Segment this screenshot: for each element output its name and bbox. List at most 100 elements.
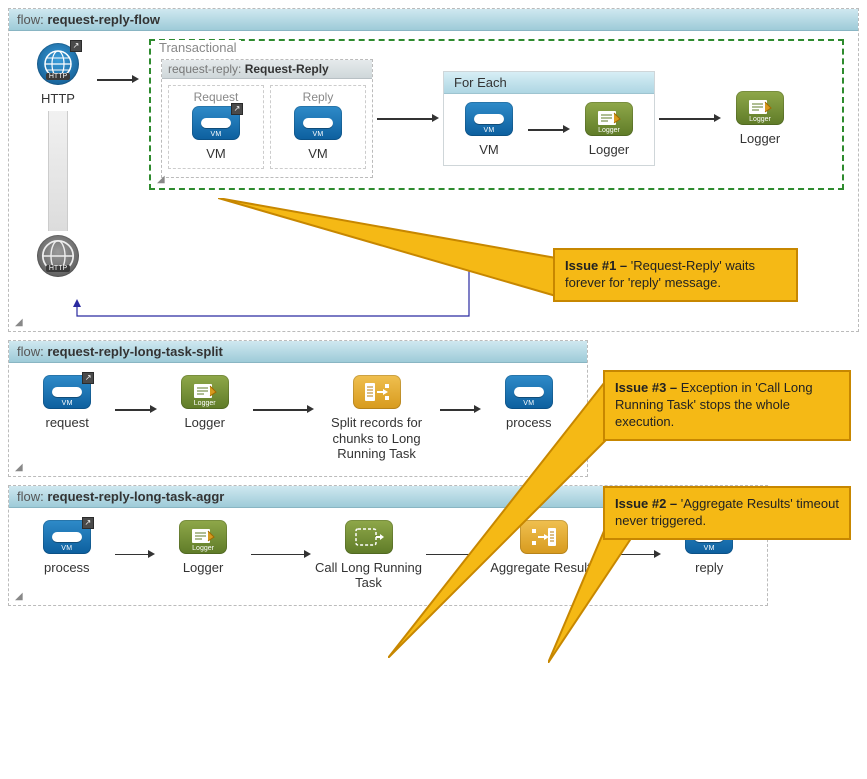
- vm-icon: VM: [465, 102, 513, 136]
- issue-prefix: Issue #3 –: [615, 380, 681, 395]
- arrow-icon: [436, 389, 485, 429]
- flow-header: flow: request-reply-long-task-split: [9, 341, 587, 363]
- vm-icon: VM: [43, 520, 91, 554]
- transactional-scope[interactable]: Transactional request-reply: Request-Rep…: [149, 39, 844, 190]
- arrow-icon: [373, 98, 443, 138]
- foreach-title: For Each: [444, 72, 654, 94]
- reply-column: Reply VM VM: [270, 85, 366, 169]
- issue-prefix: Issue #2 –: [615, 496, 681, 511]
- flow-prefix: flow:: [17, 344, 47, 359]
- outbound-badge-icon: [231, 103, 243, 115]
- rr-name: Request-Reply: [245, 62, 329, 76]
- flow-name: request-reply-long-task-split: [47, 344, 223, 359]
- issue-prefix: Issue #1 –: [565, 258, 631, 273]
- request-sublabel: Request: [194, 90, 239, 104]
- node-label: Split records for chunks to Long Running…: [322, 415, 432, 462]
- node-label: Call Long Running Task: [315, 560, 422, 591]
- http-in-icon[interactable]: HTTP: [37, 43, 79, 85]
- vm-label: VM: [206, 146, 226, 162]
- vm-tag: VM: [704, 545, 715, 552]
- vm-icon: VM: [43, 375, 91, 409]
- splitter-icon: [353, 375, 401, 409]
- node-label: Logger: [183, 560, 223, 576]
- request-vm-node[interactable]: VM request: [23, 375, 111, 431]
- node-label: process: [506, 415, 552, 431]
- inbound-badge-icon: [70, 40, 82, 52]
- request-reply-header: request-reply: Request-Reply: [162, 60, 372, 79]
- inbound-badge-icon: [82, 517, 94, 529]
- arrow-icon: [524, 109, 574, 149]
- foreach-vm-node[interactable]: VM VM: [454, 102, 524, 158]
- arrow-icon: [655, 98, 725, 138]
- flow-ref-icon: [345, 520, 393, 554]
- node-label: Aggregate Results: [490, 560, 597, 576]
- call-long-task-node[interactable]: Call Long Running Task: [315, 520, 422, 591]
- vm-tag: VM: [312, 131, 323, 138]
- foreach-scope[interactable]: For Each VM VM: [443, 71, 655, 167]
- expand-icon[interactable]: ◢: [15, 317, 23, 328]
- flow-prefix: flow:: [17, 12, 47, 27]
- node-label: process: [44, 560, 90, 576]
- expand-icon[interactable]: ◢: [157, 174, 165, 185]
- reply-sublabel: Reply: [303, 90, 334, 104]
- http-out-icon[interactable]: HTTP: [37, 235, 79, 277]
- arrow-icon: [111, 389, 160, 429]
- vm-icon[interactable]: VM: [294, 106, 342, 140]
- vm-label: VM: [308, 146, 328, 162]
- arrow-icon: [422, 534, 490, 574]
- splitter-node[interactable]: Split records for chunks to Long Running…: [318, 375, 436, 462]
- flow-name: request-reply-flow: [47, 12, 160, 27]
- logger-tag: Logger: [749, 116, 771, 123]
- http-tag: HTTP: [46, 265, 70, 272]
- aggregate-node[interactable]: Aggregate Results: [490, 520, 597, 576]
- inbound-badge-icon: [82, 372, 94, 384]
- process-vm-node[interactable]: VM process: [23, 520, 111, 576]
- logger-tag: Logger: [598, 127, 620, 134]
- logger-icon: Logger: [736, 91, 784, 125]
- vm-tag: VM: [62, 400, 73, 407]
- flow-name: request-reply-long-task-aggr: [47, 489, 224, 504]
- vm-label: VM: [479, 142, 499, 158]
- arrow-icon: [93, 59, 143, 99]
- rr-prefix: request-reply:: [168, 62, 245, 76]
- logger-node[interactable]: Logger Logger: [161, 375, 249, 431]
- flow-header: flow: request-reply-flow: [9, 9, 858, 31]
- http-label: HTTP: [41, 91, 75, 107]
- outer-logger-node[interactable]: Logger Logger: [725, 91, 795, 147]
- arrow-icon: [597, 534, 665, 574]
- process-vm-node[interactable]: VM process: [485, 375, 573, 431]
- vm-tag: VM: [483, 127, 494, 134]
- issue-2-callout: Issue #2 – 'Aggregate Results' timeout n…: [603, 486, 851, 540]
- aggregator-icon: [520, 520, 568, 554]
- vm-icon: VM: [505, 375, 553, 409]
- logger-icon: Logger: [181, 375, 229, 409]
- vm-tag: VM: [61, 545, 72, 552]
- foreach-logger-node[interactable]: Logger Logger: [574, 102, 644, 158]
- node-label: reply: [695, 560, 723, 576]
- vm-tag: VM: [523, 400, 534, 407]
- vm-tag: VM: [210, 131, 221, 138]
- logger-tag: Logger: [194, 400, 216, 407]
- http-connector-vertical: [48, 111, 68, 231]
- issue-1-callout: Issue #1 – 'Request-Reply' waits forever…: [553, 248, 798, 302]
- logger-node[interactable]: Logger Logger: [159, 520, 247, 576]
- flow-long-task-split: flow: request-reply-long-task-split VM r…: [8, 340, 588, 477]
- arrow-icon: [249, 389, 318, 429]
- http-tag: HTTP: [46, 73, 70, 80]
- node-label: Logger: [184, 415, 224, 431]
- expand-icon[interactable]: ◢: [15, 591, 23, 602]
- issue-3-callout: Issue #3 – Exception in 'Call Long Runni…: [603, 370, 851, 441]
- flow-prefix: flow:: [17, 489, 47, 504]
- logger-icon: Logger: [585, 102, 633, 136]
- logger-tag: Logger: [192, 545, 214, 552]
- http-endpoint-stack: HTTP HTTP HTTP: [23, 43, 93, 277]
- node-label: request: [46, 415, 89, 431]
- request-reply-scope[interactable]: request-reply: Request-Reply Request VM …: [161, 59, 373, 178]
- transactional-title: Transactional: [155, 40, 241, 55]
- expand-icon[interactable]: ◢: [15, 462, 23, 473]
- logger-icon: Logger: [179, 520, 227, 554]
- arrow-icon: [111, 534, 160, 574]
- vm-icon[interactable]: VM: [192, 106, 240, 140]
- logger-label: Logger: [589, 142, 629, 158]
- request-column: Request VM VM: [168, 85, 264, 169]
